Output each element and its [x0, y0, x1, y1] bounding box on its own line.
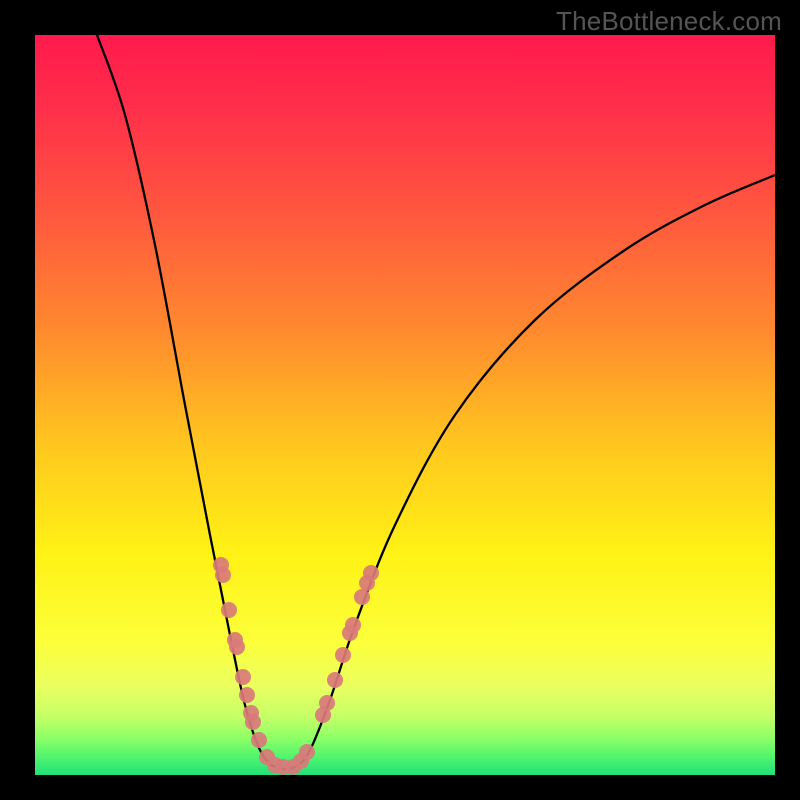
data-point: [354, 589, 370, 605]
bottleneck-curve: [97, 35, 775, 769]
data-point: [335, 647, 351, 663]
plot-area: [35, 35, 775, 775]
data-point: [363, 565, 379, 581]
data-point: [319, 695, 335, 711]
data-point: [239, 687, 255, 703]
app-frame: TheBottleneck.com: [0, 0, 800, 800]
scatter-group: [213, 557, 379, 775]
chart-svg: [35, 35, 775, 775]
data-point: [235, 669, 251, 685]
data-point: [345, 617, 361, 633]
data-point: [245, 714, 261, 730]
data-point: [327, 672, 343, 688]
data-point: [215, 567, 231, 583]
data-point: [221, 602, 237, 618]
watermark-text: TheBottleneck.com: [556, 6, 782, 37]
data-point: [229, 639, 245, 655]
data-point: [299, 744, 315, 760]
data-point: [251, 732, 267, 748]
